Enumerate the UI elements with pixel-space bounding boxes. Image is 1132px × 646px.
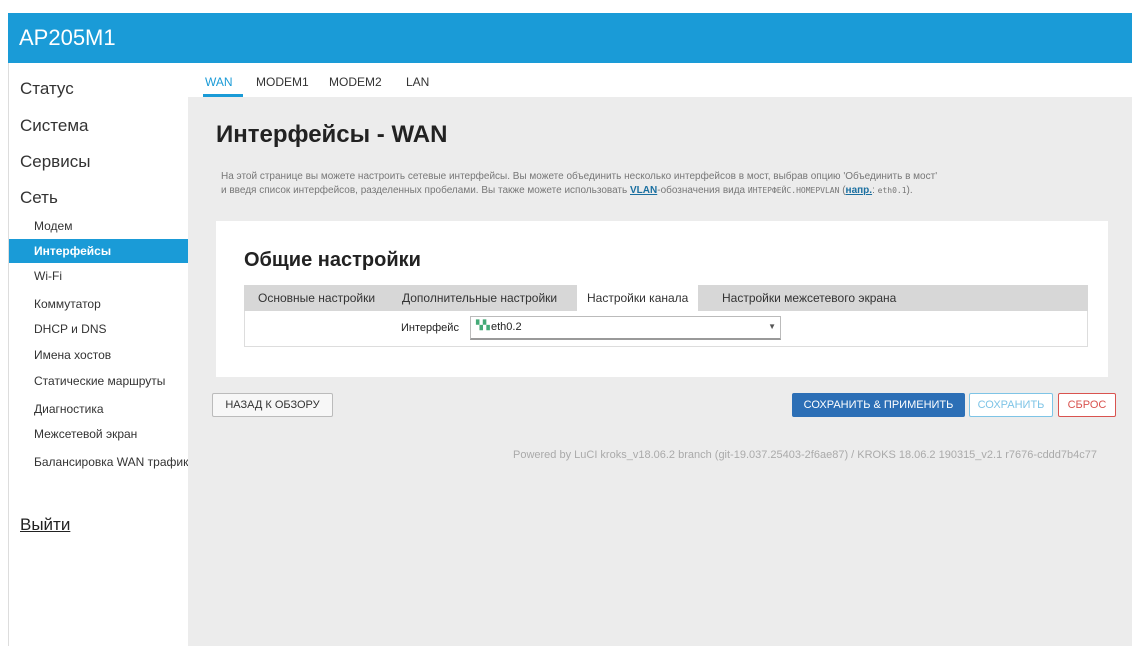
- sidebar-item-dhcp-dns[interactable]: DHCP и DNS: [9, 317, 189, 341]
- tab-modem1[interactable]: MODEM1: [256, 75, 309, 89]
- interface-form-row: Интерфейс ▚▚ eth0.2 ▼: [244, 311, 1088, 347]
- save-apply-button[interactable]: СОХРАНИТЬ & ПРИМЕНИТЬ: [792, 393, 965, 417]
- sidebar-item-modem[interactable]: Модем: [9, 214, 189, 238]
- page-title: Интерфейсы - WAN: [216, 121, 448, 148]
- section-title: Общие настройки: [244, 249, 421, 271]
- tab-bar: WAN MODEM1 MODEM2 LAN: [188, 63, 1132, 97]
- page-description-line1: На этой странице вы можете настроить сет…: [221, 171, 938, 182]
- header-bar: AP205M1: [8, 13, 1132, 63]
- app-title: AP205M1: [19, 25, 116, 50]
- subtab-basic[interactable]: Основные настройки: [258, 285, 375, 311]
- sidebar: Статус Система Сервисы Сеть Модем Интерф…: [8, 63, 189, 646]
- sidebar-item-wifi[interactable]: Wi-Fi: [9, 264, 189, 288]
- sidebar-item-interfaces[interactable]: Интерфейсы: [9, 239, 189, 263]
- save-button[interactable]: СОХРАНИТЬ: [969, 393, 1053, 417]
- sidebar-item-services[interactable]: Сервисы: [20, 152, 90, 172]
- main-content: WAN MODEM1 MODEM2 LAN Интерфейсы - WAN Н…: [188, 63, 1132, 646]
- general-settings-card: Общие настройки Основные настройки Допол…: [216, 221, 1108, 377]
- tab-lan[interactable]: LAN: [406, 75, 429, 89]
- subtab-channel[interactable]: Настройки канала: [577, 285, 699, 311]
- footer-text: Powered by LuCI kroks_v18.06.2 branch (g…: [513, 449, 1098, 461]
- page-description-line2: и введя список интерфейсов, разделенных …: [221, 185, 913, 196]
- sidebar-item-static-routes[interactable]: Статические маршруты: [9, 369, 189, 393]
- reset-button[interactable]: СБРОС: [1058, 393, 1116, 417]
- logout-link[interactable]: Выйти: [20, 515, 70, 535]
- sidebar-item-network[interactable]: Сеть: [20, 188, 58, 208]
- interface-select[interactable]: ▚▚ eth0.2 ▼: [470, 316, 781, 340]
- sidebar-item-switch[interactable]: Коммутатор: [9, 292, 189, 316]
- subtab-advanced[interactable]: Дополнительные настройки: [402, 285, 557, 311]
- sidebar-item-system[interactable]: Система: [20, 116, 88, 136]
- active-tab-indicator: [203, 94, 243, 97]
- subtab-firewall[interactable]: Настройки межсетевого экрана: [722, 285, 896, 311]
- interface-label: Интерфейс: [401, 322, 459, 334]
- chevron-down-icon: ▼: [768, 322, 776, 331]
- sidebar-item-diagnostics[interactable]: Диагностика: [9, 397, 189, 421]
- tab-wan[interactable]: WAN: [205, 75, 233, 89]
- sidebar-item-firewall[interactable]: Межсетевой экран: [9, 422, 189, 446]
- tab-modem2[interactable]: MODEM2: [329, 75, 382, 89]
- back-to-overview-button[interactable]: НАЗАД К ОБЗОРУ: [212, 393, 333, 417]
- example-link[interactable]: напр.: [846, 185, 873, 196]
- network-port-icon: ▚▚: [476, 320, 490, 330]
- sidebar-item-status[interactable]: Статус: [20, 79, 74, 99]
- interface-value: eth0.2: [491, 321, 522, 333]
- sidebar-item-wan-balancing[interactable]: Балансировка WAN трафика: [9, 450, 189, 474]
- vlan-link[interactable]: VLAN: [630, 185, 657, 196]
- settings-subtabs: Основные настройки Дополнительные настро…: [244, 285, 1088, 311]
- sidebar-item-hostnames[interactable]: Имена хостов: [9, 343, 189, 367]
